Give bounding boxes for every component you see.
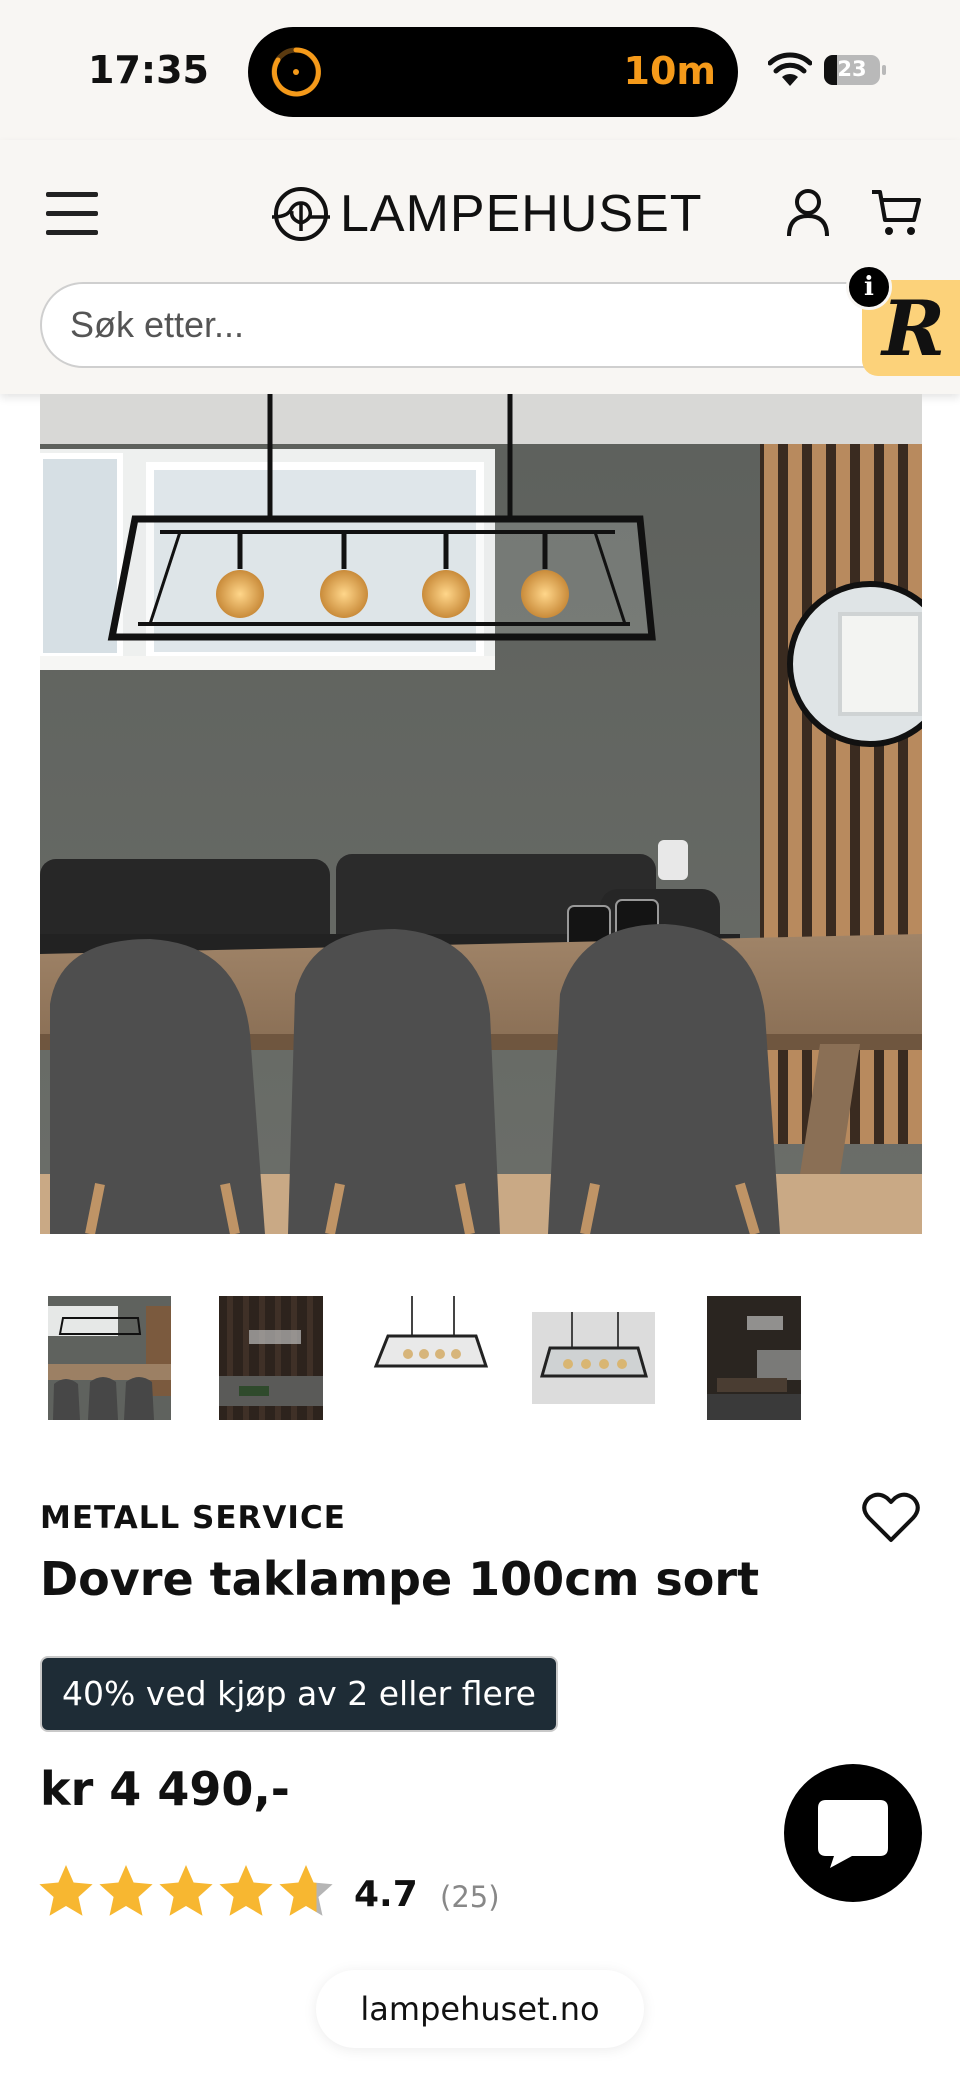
search-bar[interactable] [40,282,960,368]
status-bar: 17:35 10m 23 [0,0,960,140]
lampehuset-logo-icon [271,187,330,241]
star-icon [99,1865,153,1916]
product-title: Dovre taklampe 100cm sort [40,1552,760,1606]
search-input[interactable] [70,298,850,352]
rating-stars[interactable] [38,1862,338,1922]
chat-bubble-icon [818,1800,888,1868]
reviews-widget-letter: R [882,284,946,373]
star-icon [39,1865,93,1916]
logo-text: LAMPEHUSET [340,185,703,243]
battery-level: 23 [837,57,867,81]
thumbnail-strip [0,1296,960,1420]
timer-remaining: 10m [623,49,716,93]
site-logo[interactable]: LAMPEHUSET [270,182,703,246]
heart-icon[interactable] [862,1492,920,1544]
thumbnail-5[interactable] [707,1296,801,1420]
dining-room-photo [40,394,922,1234]
product-main-image[interactable] [40,394,922,1234]
product-price: kr 4 490,- [40,1762,290,1816]
thumbnail-3[interactable] [370,1296,490,1420]
wifi-icon [768,52,812,86]
thumbnail-1[interactable] [48,1296,171,1420]
clock: 17:35 [88,48,209,92]
browser-url-bar[interactable]: lampehuset.no [316,1970,644,2048]
dynamic-island[interactable]: 10m [248,27,738,117]
star-icon [159,1865,213,1916]
chat-button[interactable] [784,1764,922,1902]
review-count[interactable]: (25) [440,1880,500,1914]
cart-icon[interactable] [870,188,922,238]
menu-button[interactable] [46,190,100,238]
thumbnail-4[interactable] [532,1296,655,1420]
timer-icon [271,47,321,97]
star-icon [219,1865,273,1916]
battery-icon: 23 [824,55,886,85]
account-icon[interactable] [786,188,830,238]
promo-badge: 40% ved kjøp av 2 eller flere [40,1656,558,1732]
product-brand[interactable]: METALL SERVICE [40,1500,346,1536]
thumbnail-2[interactable] [219,1296,323,1420]
info-icon[interactable]: i [846,264,892,310]
site-header: LAMPEHUSET R i [0,140,960,394]
rating-value: 4.7 [354,1874,418,1915]
star-icon [279,1865,333,1916]
